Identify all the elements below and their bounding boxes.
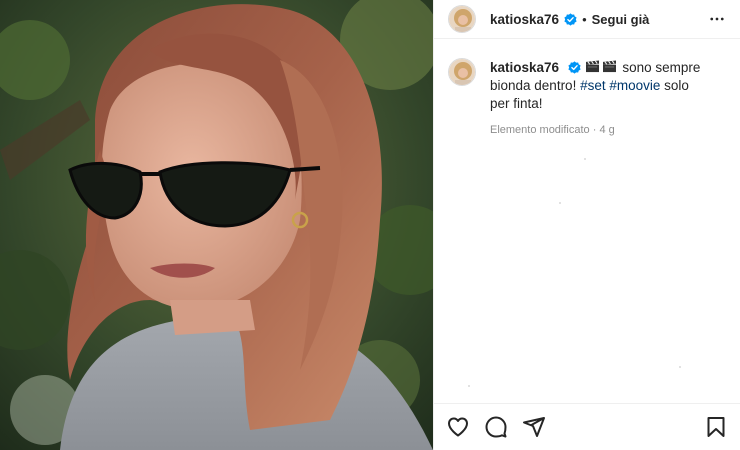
post-caption: katioska76 sono sempre bionda dentro! #s… — [434, 39, 740, 139]
post-actions — [434, 403, 740, 450]
selfie-image — [0, 0, 433, 450]
post-side-panel: katioska76 • Segui già katioska76 sono s… — [433, 0, 740, 450]
hashtag-link[interactable]: #moovie — [609, 78, 660, 93]
post-photo[interactable] — [0, 0, 433, 450]
heart-icon[interactable] — [446, 415, 470, 439]
avatar-image — [449, 59, 475, 85]
meta-separator: · — [589, 124, 600, 136]
avatar-image — [449, 6, 475, 32]
post-meta: Elemento modificato · 4 g — [490, 121, 710, 139]
caption-body: katioska76 sono sempre bionda dentro! #s… — [490, 59, 710, 139]
follow-status-button[interactable]: Segui già — [592, 12, 650, 27]
artifact — [584, 158, 586, 160]
clapper-board-emoji — [602, 60, 616, 73]
edited-label: Elemento modificato — [490, 124, 590, 136]
verified-badge-icon — [568, 61, 581, 74]
artifact — [559, 202, 561, 204]
comment-icon[interactable] — [484, 415, 508, 439]
verified-badge-icon — [564, 12, 577, 26]
clapper-board-emoji — [585, 60, 599, 73]
share-icon[interactable] — [522, 415, 546, 439]
instagram-post: katioska76 • Segui già katioska76 sono s… — [0, 0, 740, 450]
more-options-icon[interactable] — [708, 10, 726, 28]
hashtag-link[interactable]: #set — [580, 78, 606, 93]
avatar[interactable] — [448, 5, 476, 33]
separator-dot: • — [582, 11, 587, 27]
username[interactable]: katioska76 — [490, 12, 559, 27]
artifact — [468, 385, 470, 387]
caption-username[interactable]: katioska76 — [490, 60, 559, 75]
artifact — [679, 366, 681, 368]
caption-avatar[interactable] — [448, 58, 476, 86]
bookmark-icon[interactable] — [704, 415, 728, 439]
time-ago[interactable]: 4 g — [599, 124, 614, 136]
post-header: katioska76 • Segui già — [434, 0, 740, 39]
